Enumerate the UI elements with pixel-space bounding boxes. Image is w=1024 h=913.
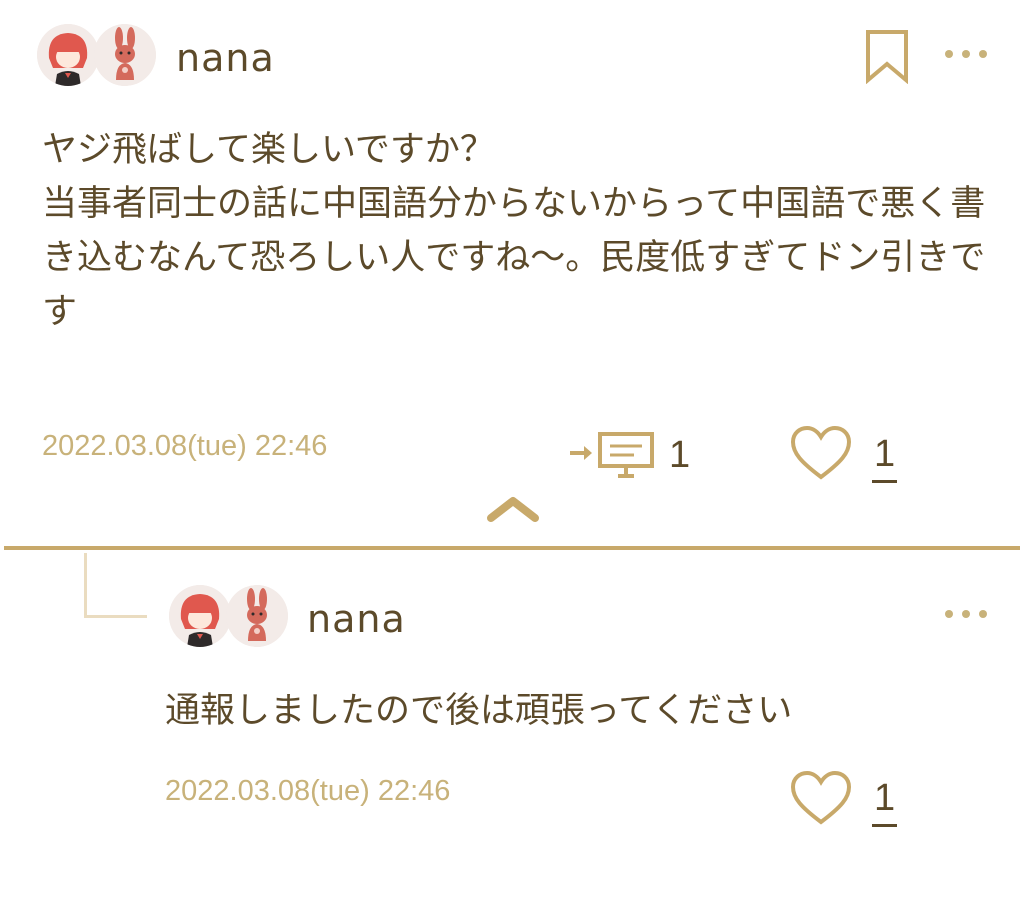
reply-connector-line: [84, 553, 147, 618]
reply-character-avatar[interactable]: [226, 585, 288, 647]
reply-like-count[interactable]: 1: [872, 777, 898, 827]
username[interactable]: nana: [176, 36, 275, 80]
bookmark-icon[interactable]: [864, 28, 910, 88]
more-icon[interactable]: [945, 50, 987, 58]
chevron-up-icon[interactable]: [486, 495, 540, 527]
reply-body-text: 通報しましたので後は頑張ってください: [165, 691, 793, 731]
reply-heart-icon[interactable]: [789, 769, 853, 831]
character-avatar[interactable]: [94, 24, 156, 86]
user-avatar[interactable]: [37, 24, 99, 86]
reply-icon[interactable]: [566, 426, 658, 484]
reply-more-icon[interactable]: [945, 610, 987, 618]
post-timestamp: 2022.03.08(tue) 22:46: [42, 430, 328, 462]
post-body-text: ヤジ飛ばして楽しいですか？ 当事者同士の話に中国語分からないからって中国語で悪く…: [42, 130, 986, 332]
reply-username[interactable]: nana: [307, 597, 406, 641]
reply-user-avatar[interactable]: [169, 585, 231, 647]
heart-icon[interactable]: [789, 424, 853, 486]
reply-timestamp: 2022.03.08(tue) 22:46: [165, 775, 451, 807]
section-divider: [4, 546, 1020, 550]
like-count[interactable]: 1: [872, 433, 898, 483]
reply-count[interactable]: 1: [669, 434, 690, 477]
